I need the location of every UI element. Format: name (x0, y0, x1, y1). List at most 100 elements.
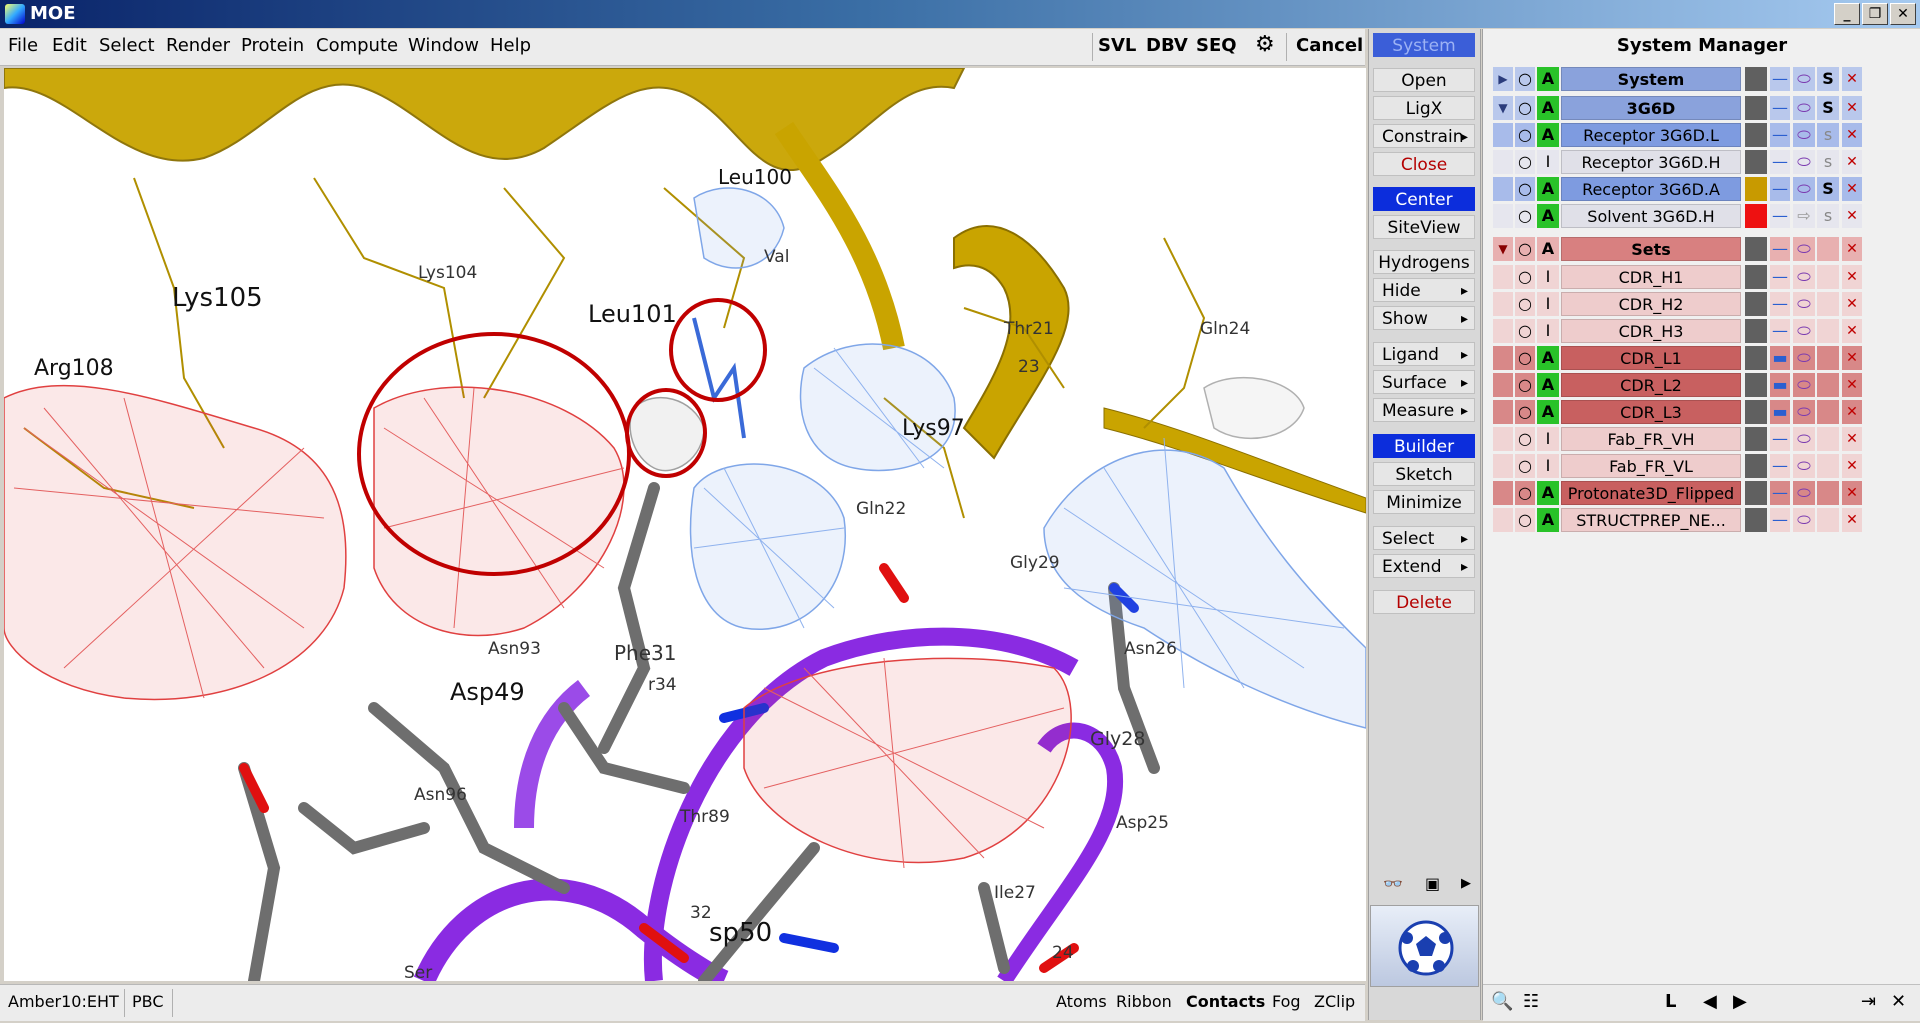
s-toggle[interactable] (1817, 508, 1839, 532)
seq-button[interactable]: SEQ (1196, 35, 1237, 56)
s-toggle[interactable]: s (1817, 150, 1839, 174)
constrain-button[interactable]: Constrain (1373, 124, 1475, 149)
visibility-toggle[interactable]: ○ (1515, 67, 1535, 91)
cancel-button[interactable]: Cancel (1296, 35, 1363, 56)
row-name[interactable]: 3G6D (1561, 96, 1741, 120)
color-swatch[interactable] (1745, 373, 1767, 397)
line-style-icon[interactable]: ▬ (1770, 373, 1790, 397)
tree-row-fab-fr-vh[interactable]: ○ I Fab_FR_VH — ⬭ ✕ (1493, 427, 1904, 452)
tree-row-receptor-l[interactable]: ○ A Receptor 3G6D.L — ⬭ s ✕ (1493, 123, 1904, 148)
ligand-button[interactable]: Ligand (1373, 342, 1475, 367)
tree-row-cdr-l2[interactable]: ○ A CDR_L2 ▬ ⬭ ✕ (1493, 373, 1904, 398)
menu-render[interactable]: Render (166, 35, 230, 56)
row-name[interactable]: STRUCTPREP_NE... (1561, 508, 1741, 532)
s-toggle[interactable]: S (1817, 177, 1839, 201)
visibility-toggle[interactable]: ○ (1515, 204, 1535, 228)
ellipse-icon[interactable]: ⬭ (1793, 400, 1815, 424)
inactive-toggle[interactable]: I (1537, 427, 1559, 451)
close-panel-icon[interactable]: ✕ (1891, 991, 1906, 1012)
visibility-toggle[interactable]: ○ (1515, 373, 1535, 397)
contacts-toggle[interactable]: Contacts (1182, 989, 1269, 1015)
row-name[interactable]: CDR_H1 (1561, 265, 1741, 289)
ellipse-icon[interactable]: ⬭ (1793, 319, 1815, 343)
visibility-toggle[interactable]: ○ (1515, 237, 1535, 261)
builder-button[interactable]: Builder (1373, 434, 1475, 458)
tree-row-cdr-h2[interactable]: ○ I CDR_H2 — ⬭ ✕ (1493, 292, 1904, 317)
ellipse-icon[interactable]: ⬭ (1793, 346, 1815, 370)
ellipse-icon[interactable]: ⬭ (1793, 481, 1815, 505)
close-row-icon[interactable]: ✕ (1842, 265, 1862, 289)
line-style-icon[interactable]: — (1770, 319, 1790, 343)
menu-compute[interactable]: Compute (316, 35, 398, 56)
line-style-icon[interactable]: — (1770, 454, 1790, 478)
color-swatch[interactable] (1745, 508, 1767, 532)
close-row-icon[interactable]: ✕ (1842, 400, 1862, 424)
forcefield-indicator[interactable]: Amber10:EHT (4, 989, 123, 1015)
close-row-icon[interactable]: ✕ (1842, 204, 1862, 228)
row-name[interactable]: Solvent 3G6D.H (1561, 204, 1741, 228)
ellipse-icon[interactable]: ⬭ (1793, 292, 1815, 316)
line-style-icon[interactable]: — (1770, 177, 1790, 201)
color-swatch[interactable] (1745, 292, 1767, 316)
line-style-icon[interactable]: — (1770, 237, 1790, 261)
center-button[interactable]: Center (1373, 187, 1475, 211)
menu-edit[interactable]: Edit (52, 35, 87, 56)
ellipse-icon[interactable]: ⬭ (1793, 373, 1815, 397)
row-name[interactable]: Receptor 3G6D.A (1561, 177, 1741, 201)
l-toggle[interactable]: L (1665, 991, 1676, 1012)
ligx-button[interactable]: LigX (1373, 96, 1475, 120)
tree-row-receptor-a[interactable]: ○ A Receptor 3G6D.A — ⬭ S ✕ (1493, 177, 1904, 202)
color-swatch[interactable] (1745, 427, 1767, 451)
atoms-toggle[interactable]: Atoms (1052, 989, 1111, 1015)
close-row-icon[interactable]: ✕ (1842, 508, 1862, 532)
row-name[interactable]: Sets (1561, 237, 1741, 261)
visibility-toggle[interactable]: ○ (1515, 150, 1535, 174)
more-arrow-icon[interactable]: ▶ (1461, 876, 1471, 891)
close-button[interactable]: Close (1373, 152, 1475, 176)
visibility-toggle[interactable]: ○ (1515, 346, 1535, 370)
minimize-button[interactable]: _ (1834, 3, 1860, 25)
menu-window[interactable]: Window (408, 35, 479, 56)
close-row-icon[interactable]: ✕ (1842, 454, 1862, 478)
expand-arrow-icon[interactable]: ▶ (1493, 67, 1513, 91)
tree-row-3g6d[interactable]: ▼ ○ A 3G6D — ⬭ S ✕ (1493, 96, 1904, 121)
close-row-icon[interactable]: ✕ (1842, 96, 1862, 120)
row-name[interactable]: Receptor 3G6D.L (1561, 123, 1741, 147)
color-swatch[interactable] (1745, 481, 1767, 505)
row-name[interactable]: Fab_FR_VL (1561, 454, 1741, 478)
menu-help[interactable]: Help (490, 35, 531, 56)
search-icon[interactable]: 🔍 (1491, 991, 1513, 1012)
visibility-toggle[interactable]: ○ (1515, 454, 1535, 478)
line-style-icon[interactable]: — (1770, 292, 1790, 316)
ellipse-icon[interactable]: ⬭ (1793, 67, 1815, 91)
ellipse-icon[interactable]: ⬭ (1793, 427, 1815, 451)
tree-row-protonate3d[interactable]: ○ A Protonate3D_Flipped — ⬭ ✕ (1493, 481, 1904, 506)
active-toggle[interactable]: A (1537, 346, 1559, 370)
tree-row-fab-fr-vl[interactable]: ○ I Fab_FR_VL — ⬭ ✕ (1493, 454, 1904, 479)
image-capture-icon[interactable]: ▣ (1425, 874, 1440, 893)
close-row-icon[interactable]: ✕ (1842, 346, 1862, 370)
line-style-icon[interactable]: — (1770, 508, 1790, 532)
hide-button[interactable]: Hide (1373, 278, 1475, 303)
close-row-icon[interactable]: ✕ (1842, 123, 1862, 147)
s-toggle[interactable]: s (1817, 123, 1839, 147)
hydrogens-button[interactable]: Hydrogens (1373, 250, 1475, 274)
row-name[interactable]: Fab_FR_VH (1561, 427, 1741, 451)
dock-icon[interactable]: ⇥ (1861, 991, 1876, 1012)
close-row-icon[interactable]: ✕ (1842, 373, 1862, 397)
ellipse-icon[interactable]: ⬭ (1793, 454, 1815, 478)
open-button[interactable]: Open (1373, 68, 1475, 92)
menu-protein[interactable]: Protein (241, 35, 304, 56)
tree-row-solvent[interactable]: ○ A Solvent 3G6D.H — ⇨ s ✕ (1493, 204, 1904, 229)
menu-select[interactable]: Select (99, 35, 155, 56)
color-swatch[interactable] (1745, 400, 1767, 424)
close-window-button[interactable]: ✕ (1890, 3, 1916, 25)
system-button[interactable]: System (1373, 33, 1475, 57)
molecular-viewport[interactable]: Lys105 Arg108 Leu101 Asp49 Lys97 Leu100 … (4, 68, 1366, 981)
ellipse-icon[interactable]: ⬭ (1793, 123, 1815, 147)
inactive-toggle[interactable]: I (1537, 265, 1559, 289)
row-name[interactable]: System (1561, 67, 1741, 91)
visibility-toggle[interactable]: ○ (1515, 319, 1535, 343)
s-toggle[interactable] (1817, 481, 1839, 505)
color-swatch[interactable] (1745, 265, 1767, 289)
